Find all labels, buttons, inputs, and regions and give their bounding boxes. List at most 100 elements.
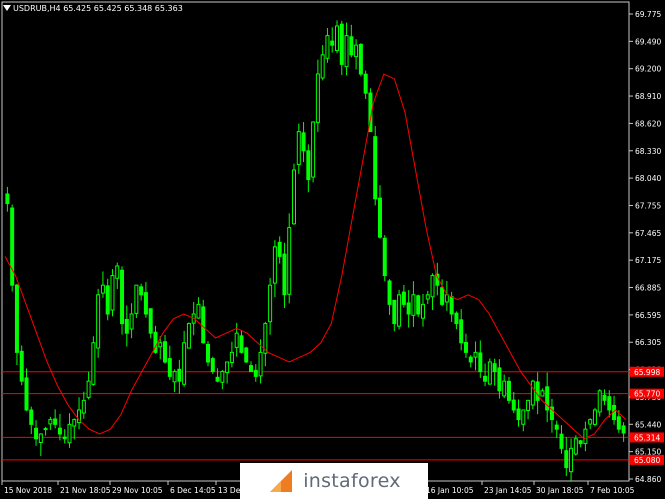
candle-body[interactable] [406,302,411,315]
candle-body[interactable] [296,131,301,166]
candle-body[interactable] [597,390,602,413]
candle-body[interactable] [339,23,344,65]
candle-body[interactable] [57,427,62,435]
candle-body[interactable] [258,351,263,377]
candle-body[interactable] [468,356,473,363]
candle-body[interactable] [502,380,507,397]
candle-body[interactable] [516,408,521,421]
candle-body[interactable] [139,286,144,296]
candle-body[interactable] [530,380,535,406]
candle-body[interactable] [344,35,349,68]
candle-body[interactable] [387,280,392,305]
candle-body[interactable] [334,25,339,52]
candle-body[interactable] [239,335,244,353]
candle-body[interactable] [487,361,492,385]
candle-body[interactable] [444,294,449,303]
candle-body[interactable] [229,351,234,364]
candle-body[interactable] [592,409,597,425]
candle-body[interactable] [578,440,583,445]
candle-body[interactable] [182,342,187,385]
candle-body[interactable] [220,371,225,383]
candle-body[interactable] [86,380,91,398]
candle-body[interactable] [569,447,574,473]
candle-body[interactable] [535,381,540,401]
candle-body[interactable] [43,428,48,431]
candle-body[interactable] [186,323,191,349]
candle-body[interactable] [24,377,29,411]
candle-body[interactable] [478,352,483,373]
price-chart[interactable]: 69.775 69.490 69.200 68.910 68.620 68.330 68.0… [0,0,665,499]
candle-body[interactable] [311,121,316,178]
candle-body[interactable] [210,358,215,373]
candle-body[interactable] [506,380,511,401]
candle-body[interactable] [559,433,564,449]
candle-body[interactable] [225,361,230,374]
candle-body[interactable] [110,275,115,311]
candle-body[interactable] [10,207,15,286]
candle-body[interactable] [124,318,129,334]
candle-body[interactable] [363,73,368,94]
candle-body[interactable] [607,396,612,411]
candle-body[interactable] [373,136,378,200]
candle-body[interactable] [554,424,559,430]
candle-body[interactable] [272,246,277,284]
candle-body[interactable] [244,347,249,363]
candle-body[interactable] [100,284,105,294]
candle-body[interactable] [249,365,254,373]
candle-body[interactable] [129,313,134,330]
candle-body[interactable] [158,342,163,348]
candle-body[interactable] [420,303,425,319]
candle-body[interactable] [616,416,621,430]
candle-body[interactable] [540,390,545,397]
candle-body[interactable] [454,312,459,325]
candle-body[interactable] [526,399,531,411]
candle-body[interactable] [53,418,58,425]
candle-body[interactable] [48,419,53,425]
candle-body[interactable] [14,284,19,353]
candle-body[interactable] [282,253,287,296]
candle-body[interactable] [19,350,24,382]
candle-body[interactable] [148,308,153,334]
candle-body[interactable] [473,351,478,358]
candle-body[interactable] [430,275,435,298]
candle-body[interactable] [67,423,72,444]
candle-body[interactable] [349,36,354,56]
candle-body[interactable] [588,419,593,425]
candle-body[interactable] [449,296,454,315]
candle-body[interactable] [425,294,430,300]
candle-body[interactable] [277,241,282,257]
candle-body[interactable] [29,409,34,425]
candle-body[interactable] [306,150,311,181]
candle-body[interactable] [497,367,502,392]
candle-body[interactable] [91,342,96,385]
candle-body[interactable] [62,436,67,440]
candle-body[interactable] [483,375,488,382]
candle-body[interactable] [72,419,77,427]
candle-body[interactable] [163,341,168,363]
candle-body[interactable] [564,450,569,469]
candle-body[interactable] [167,358,172,377]
candle-body[interactable] [621,425,626,434]
candle-body[interactable] [521,409,526,425]
candle-body[interactable] [301,132,306,152]
candle-body[interactable] [172,371,177,383]
candle-body[interactable] [268,284,273,323]
candle-body[interactable] [330,40,335,46]
candle-body[interactable] [234,332,239,348]
candle-body[interactable] [253,369,258,377]
candle-body[interactable] [115,265,120,279]
candle-body[interactable] [38,433,43,443]
candle-body[interactable] [392,299,397,325]
candle-body[interactable] [492,363,497,373]
candle-body[interactable] [81,399,86,414]
candle-body[interactable] [134,284,139,314]
candle-body[interactable] [143,292,148,315]
candle-body[interactable] [96,294,101,349]
candle-body[interactable] [320,54,325,79]
candle-body[interactable] [511,399,516,411]
candle-body[interactable] [602,394,607,401]
candle-body[interactable] [440,287,445,305]
candle-body[interactable] [354,44,359,58]
candle-body[interactable] [120,269,125,325]
candle-body[interactable] [377,197,382,238]
